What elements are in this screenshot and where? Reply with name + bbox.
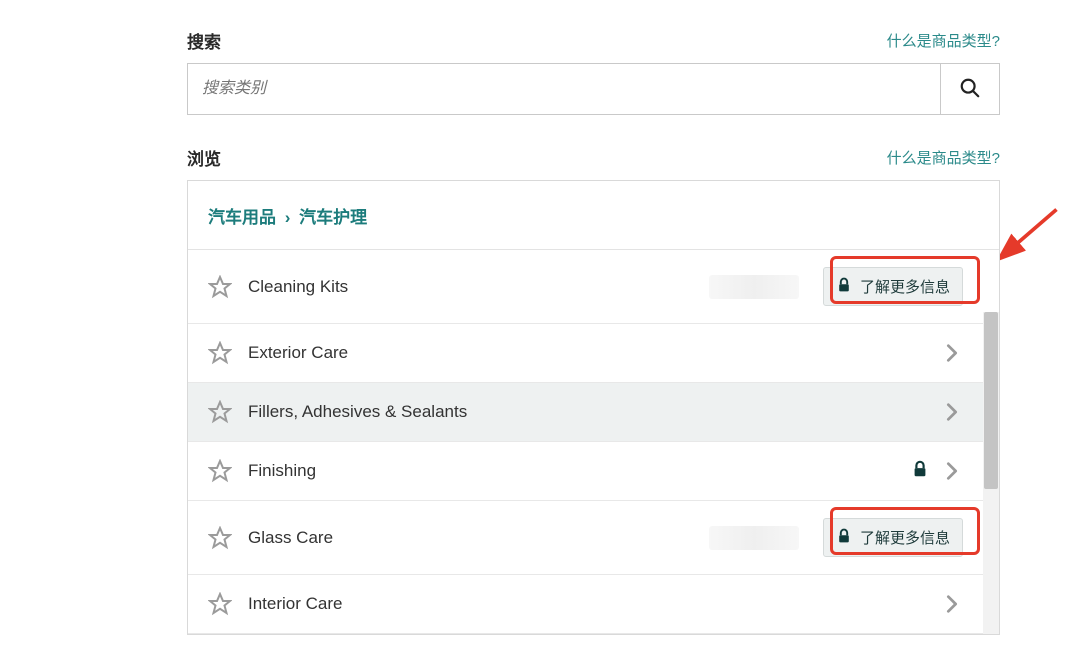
category-row[interactable]: Interior Care xyxy=(188,575,983,634)
search-icon xyxy=(959,77,981,102)
learn-more-label: 了解更多信息 xyxy=(860,276,950,297)
category-label: Finishing xyxy=(248,461,911,481)
category-row-actions: 了解更多信息 xyxy=(709,267,963,306)
search-section-title: 搜索 xyxy=(187,28,221,53)
chevron-right-icon xyxy=(941,593,963,615)
breadcrumb-part-1[interactable]: 汽车用品 xyxy=(208,208,276,227)
category-label: Fillers, Adhesives & Sealants xyxy=(248,402,941,422)
chevron-right-icon xyxy=(941,342,963,364)
star-icon[interactable] xyxy=(208,592,232,616)
learn-more-button[interactable]: 了解更多信息 xyxy=(823,518,963,557)
category-row-actions xyxy=(941,401,963,423)
category-row[interactable]: Finishing xyxy=(188,442,983,501)
category-row-actions xyxy=(911,460,963,483)
redacted-placeholder xyxy=(709,526,799,550)
category-label: Glass Care xyxy=(248,528,709,548)
redacted-placeholder xyxy=(709,275,799,299)
category-list: Cleaning Kits 了解更多信息 Exterior Care Fillers,… xyxy=(188,250,999,634)
breadcrumb[interactable]: 汽车用品 › 汽车护理 xyxy=(208,203,367,228)
category-label: Exterior Care xyxy=(248,343,941,363)
star-icon[interactable] xyxy=(208,400,232,424)
category-row[interactable]: Exterior Care xyxy=(188,324,983,383)
scrollbar-thumb[interactable] xyxy=(984,312,998,489)
lock-icon xyxy=(836,277,852,297)
browse-panel: 汽车用品 › 汽车护理 Cleaning Kits 了解更多信息 Exterior … xyxy=(187,180,1000,635)
category-row-actions xyxy=(941,342,963,364)
star-icon[interactable] xyxy=(208,341,232,365)
star-icon[interactable] xyxy=(208,459,232,483)
chevron-right-icon xyxy=(941,401,963,423)
category-label: Interior Care xyxy=(248,594,941,614)
browse-section-title: 浏览 xyxy=(187,145,221,170)
close-button[interactable] xyxy=(971,199,979,231)
chevron-right-icon xyxy=(941,460,963,482)
breadcrumb-part-2[interactable]: 汽车护理 xyxy=(299,208,367,227)
breadcrumb-separator: › xyxy=(281,208,295,227)
learn-more-label: 了解更多信息 xyxy=(860,527,950,548)
category-row-actions: 了解更多信息 xyxy=(709,518,963,557)
star-icon[interactable] xyxy=(208,526,232,550)
search-button[interactable] xyxy=(940,63,1000,115)
scrollbar[interactable] xyxy=(983,312,999,634)
star-icon[interactable] xyxy=(208,275,232,299)
category-row-actions xyxy=(941,593,963,615)
search-help-link[interactable]: 什么是商品类型? xyxy=(887,30,1000,51)
category-row[interactable]: Cleaning Kits 了解更多信息 xyxy=(188,250,983,324)
category-label: Cleaning Kits xyxy=(248,277,709,297)
category-row[interactable]: Glass Care 了解更多信息 xyxy=(188,501,983,575)
learn-more-button[interactable]: 了解更多信息 xyxy=(823,267,963,306)
search-input[interactable] xyxy=(187,63,940,115)
lock-icon xyxy=(911,460,929,483)
lock-icon xyxy=(836,528,852,548)
category-row[interactable]: Fillers, Adhesives & Sealants xyxy=(188,383,983,442)
browse-help-link[interactable]: 什么是商品类型? xyxy=(887,147,1000,168)
